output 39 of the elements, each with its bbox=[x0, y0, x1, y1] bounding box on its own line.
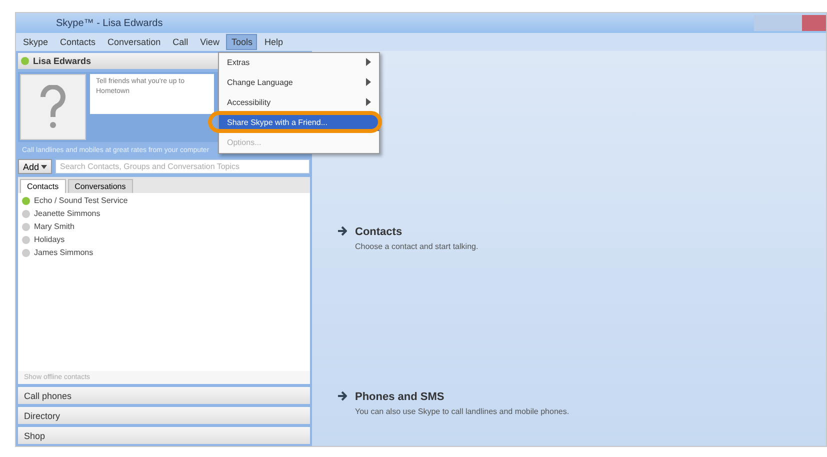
search-field[interactable]: Search Contacts, Groups and Conversation Topics bbox=[55, 159, 310, 174]
menu-item[interactable]: Contacts bbox=[55, 34, 101, 50]
status-icon bbox=[21, 57, 29, 65]
arrow-icon bbox=[337, 391, 347, 401]
menu-item[interactable]: Extras bbox=[219, 55, 379, 71]
chevron-right-icon bbox=[366, 98, 371, 106]
section-title: Contacts bbox=[355, 226, 404, 238]
contact-name[interactable]: Jeanette Simmons bbox=[34, 209, 100, 218]
add-button[interactable]: Add bbox=[18, 159, 52, 174]
section-title: Phones and SMS bbox=[355, 391, 446, 403]
chevron-right-icon bbox=[366, 78, 371, 86]
contact-name[interactable]: James Simmons bbox=[34, 248, 94, 257]
contact-name[interactable]: Holidays bbox=[34, 235, 65, 244]
section-text: You can also use Skype to call landlines and mobile phones. bbox=[355, 407, 570, 416]
contact-name[interactable]: Mary Smith bbox=[34, 222, 74, 231]
menu-item[interactable]: Help bbox=[259, 34, 288, 50]
tab[interactable]: Contacts bbox=[20, 179, 66, 193]
sidebar-item[interactable]: Directory bbox=[18, 407, 310, 424]
maximize-button[interactable] bbox=[778, 15, 802, 31]
menu-item[interactable]: Change Language bbox=[219, 75, 379, 91]
contact-name[interactable]: Echo / Sound Test Service bbox=[34, 196, 128, 205]
profile-name[interactable]: Lisa Edwards bbox=[33, 56, 92, 66]
caret-icon bbox=[41, 164, 48, 168]
minimize-button[interactable] bbox=[754, 15, 778, 31]
question-mark-icon bbox=[38, 85, 68, 129]
sidebar-item[interactable]: Call phones bbox=[18, 387, 310, 404]
chevron-right-icon bbox=[366, 58, 371, 66]
tab[interactable]: Conversations bbox=[68, 179, 133, 193]
menu-item[interactable]: Skype bbox=[18, 34, 54, 50]
close-button[interactable] bbox=[802, 15, 826, 31]
arrow-icon bbox=[337, 226, 347, 236]
menu-item[interactable]: Conversation bbox=[102, 34, 166, 50]
menu-item[interactable]: Tools bbox=[226, 34, 258, 50]
menu-item[interactable]: View bbox=[195, 34, 224, 50]
window-title: Skype™ - Lisa Edwards bbox=[56, 18, 163, 28]
section-text: Choose a contact and start talking. bbox=[355, 242, 478, 251]
sidebar-item[interactable]: Shop bbox=[18, 427, 310, 444]
menu-item[interactable]: Call bbox=[168, 34, 194, 50]
menu-item[interactable]: Accessibility bbox=[219, 95, 379, 111]
